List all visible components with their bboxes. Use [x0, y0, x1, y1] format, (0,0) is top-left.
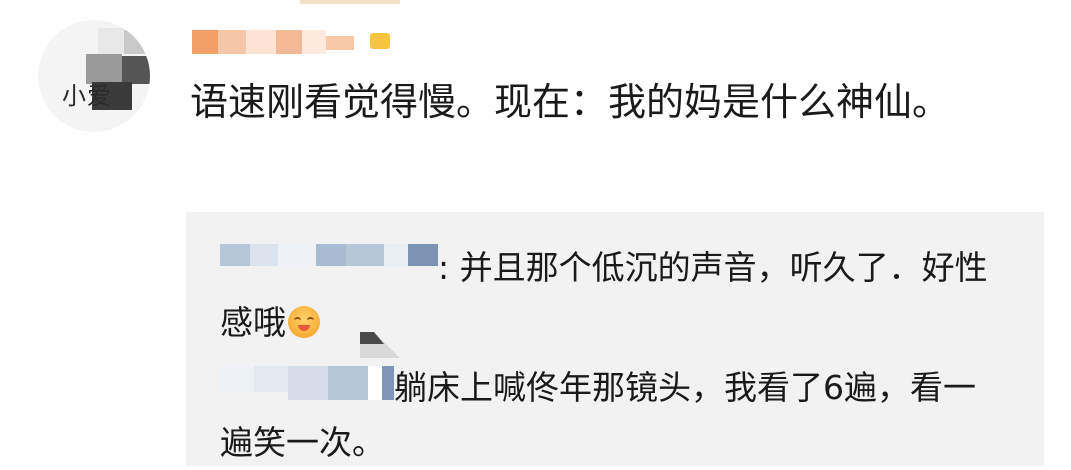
comment-username[interactable] [192, 30, 402, 54]
username-mosaic-1 [192, 30, 218, 54]
username-mosaic-4 [276, 30, 302, 54]
avatar-text: 小爱 [62, 82, 112, 110]
blush-smile-emoji-icon [288, 306, 320, 338]
reply-username-mosaic-1 [220, 244, 250, 266]
reply-username-mosaic-7 [408, 244, 438, 266]
reply-username-mosaic-4 [328, 366, 368, 400]
reply-username-mosaic-6 [384, 244, 408, 266]
reply-username-mosaic-3 [288, 366, 328, 400]
reply-username-mosaic-6 [382, 366, 394, 400]
comment-text: 语速刚看觉得慢。现在：我的妈是什么神仙。 [190, 80, 951, 124]
avatar-mosaic-1 [98, 28, 124, 54]
vip-badge-icon [370, 33, 390, 49]
reply-username-mosaic-5 [368, 366, 382, 400]
avatar[interactable]: 小爱 [38, 20, 150, 132]
emoji-mouth [298, 325, 310, 331]
mosaic-fragment-shape [360, 332, 400, 358]
username-mosaic-2 [218, 30, 246, 54]
reply-username[interactable] [220, 366, 394, 400]
username-mosaic-5 [302, 30, 326, 54]
reply-username-mosaic-2 [254, 366, 288, 392]
reply-item: : 并且那个低沉的声音，听久了．好性感哦 [220, 240, 1000, 350]
username-mosaic-6 [326, 36, 354, 50]
reply-username[interactable] [220, 244, 438, 266]
reply-item: 躺床上喊佟年那镜头，我看了6遍，看一遍笑一次。 [220, 360, 1000, 470]
avatar-mosaic-4 [122, 56, 150, 84]
reply-box[interactable]: : 并且那个低沉的声音，听久了．好性感哦 躺床上喊佟年那镜头，我看了6遍，看一遍… [186, 212, 1044, 466]
reply-username-mosaic-1 [220, 366, 254, 392]
username-mosaic-3 [246, 30, 276, 54]
avatar-mosaic-2 [124, 30, 150, 54]
reply-username-mosaic-5 [346, 244, 384, 266]
reply-separator: : [438, 248, 460, 287]
reply-username-mosaic-3 [278, 244, 316, 266]
mosaic-fragment [360, 332, 400, 358]
reply-username-mosaic-4 [316, 244, 346, 266]
top-edge-strip [300, 0, 400, 4]
reply-username-mosaic-2 [250, 244, 278, 266]
